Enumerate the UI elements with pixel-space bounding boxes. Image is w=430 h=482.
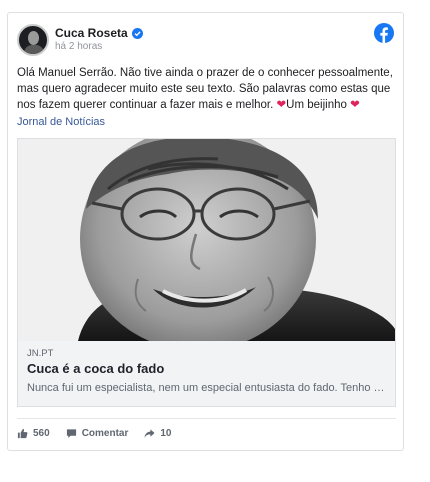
action-bar: 560 Comentar 10 [17, 425, 188, 441]
author-row: Cuca Roseta [55, 26, 143, 40]
comment-button[interactable]: Comentar [66, 427, 129, 439]
facebook-logo-icon[interactable] [374, 23, 394, 43]
post-text-closing: Um beijinho [286, 99, 351, 111]
link-title[interactable]: Cuca é a coca do fado [27, 361, 164, 376]
link-preview[interactable]: JN.PT Cuca é a coca do fado Nunca fui um… [17, 138, 396, 407]
link-meta[interactable]: JN.PT Cuca é a coca do fado Nunca fui um… [18, 341, 395, 406]
link-domain: JN.PT [27, 348, 54, 359]
post-card: Cuca Roseta há 2 horas Olá Manuel Serrão… [7, 12, 404, 451]
article-photo[interactable] [18, 139, 395, 341]
post-text: Olá Manuel Serrão. Não tive ainda o praz… [17, 65, 397, 113]
comment-icon [66, 428, 76, 438]
like-count: 560 [33, 427, 50, 439]
share-icon [144, 428, 155, 438]
share-count: 10 [160, 427, 172, 439]
heart-emoji: ❤ [350, 99, 360, 111]
divider [17, 418, 396, 419]
avatar-body [24, 45, 44, 54]
link-description: Nunca fui um especialista, nem um especi… [27, 382, 389, 394]
avatar[interactable] [17, 24, 49, 56]
author-name[interactable]: Cuca Roseta [55, 26, 128, 40]
thumbs-up-icon [17, 428, 28, 438]
heart-emoji: ❤ [276, 99, 287, 111]
comment-label: Comentar [81, 427, 129, 439]
source-link[interactable]: Jornal de Notícias [17, 116, 105, 128]
avatar-head [28, 31, 39, 45]
verified-badge-icon [131, 27, 143, 39]
portrait-image [18, 139, 395, 341]
like-button[interactable]: 560 [17, 428, 50, 439]
share-button[interactable]: 10 [144, 427, 172, 439]
post-timestamp[interactable]: há 2 horas [55, 41, 102, 52]
